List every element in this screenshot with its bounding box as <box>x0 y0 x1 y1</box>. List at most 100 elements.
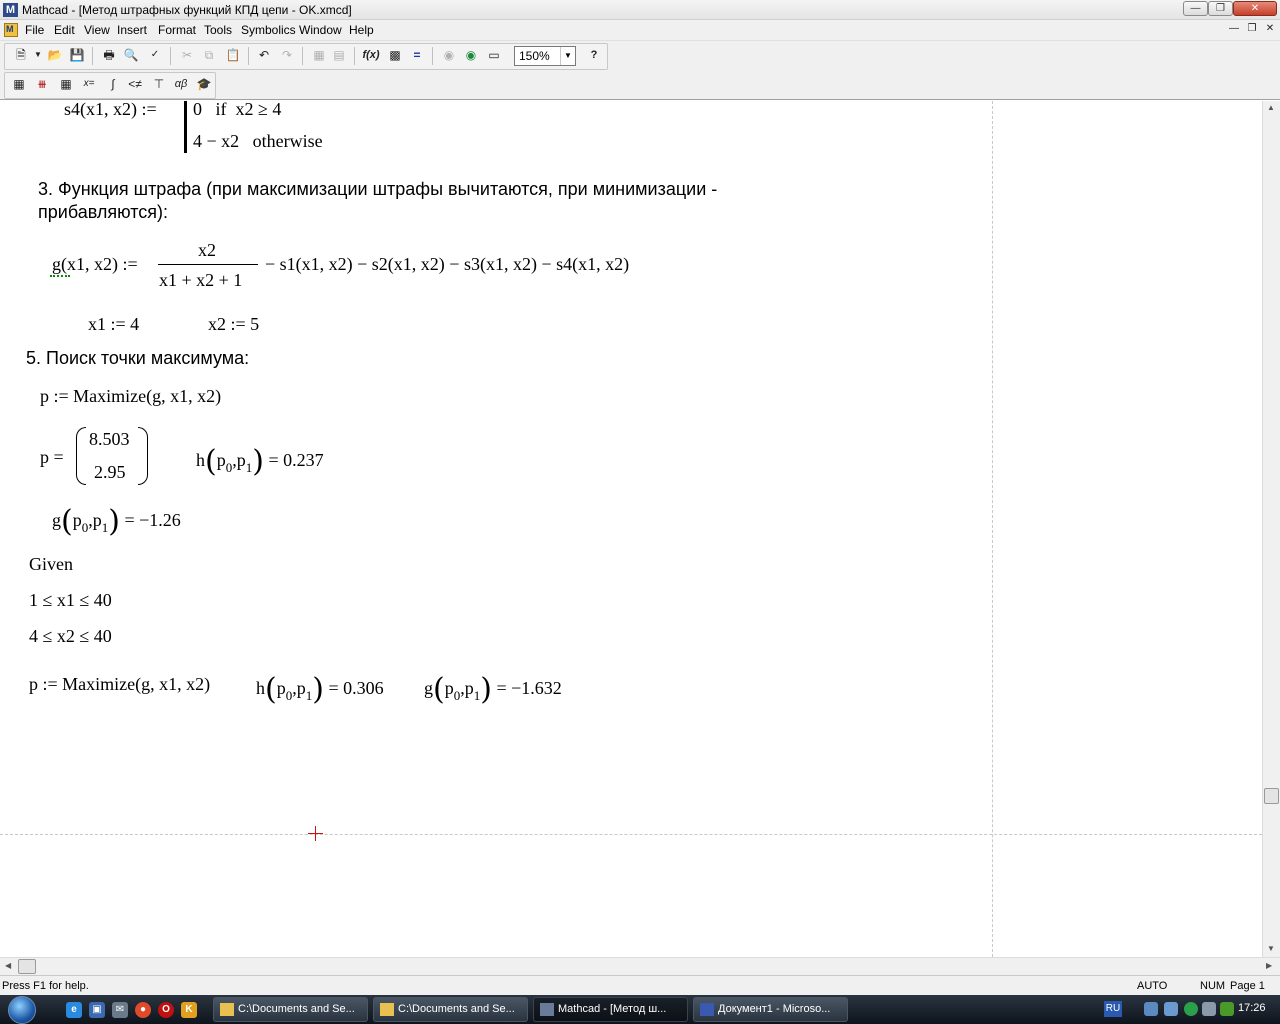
heading-3-line-2[interactable]: прибавляются): <box>38 202 168 223</box>
scroll-down-icon[interactable]: ▼ <box>1267 944 1275 953</box>
symbolic-toolbar-icon[interactable]: 🎓 <box>195 76 213 92</box>
evaluation-toolbar-icon[interactable]: x= <box>80 76 98 92</box>
redo-icon[interactable]: ↷ <box>278 47 296 63</box>
calculator-toolbar-icon[interactable]: ▦ <box>10 76 28 92</box>
zoom-select[interactable]: 150% ▼ <box>514 46 576 66</box>
greek-toolbar-icon[interactable]: αβ <box>172 76 190 92</box>
status-help-text: Press F1 for help. <box>2 980 89 992</box>
k-app-icon[interactable]: K <box>181 1002 197 1018</box>
g-penalty-terms[interactable]: − s1(x1, x2) − s2(x1, x2) − s3(x1, x2) −… <box>265 254 629 275</box>
menu-insert[interactable]: Insert <box>117 23 147 37</box>
opera-icon[interactable]: O <box>158 1002 174 1018</box>
doc-minimize-button[interactable]: — <box>1227 23 1241 36</box>
horizontal-scrollbar[interactable]: ◀ ▶ <box>0 957 1280 975</box>
p-result-label[interactable]: p = <box>40 447 64 468</box>
spell-check-icon[interactable]: ✓ <box>146 47 164 63</box>
network-icon[interactable] <box>1144 1002 1158 1016</box>
taskbar-button-explorer-1[interactable]: C:\Documents and Se... <box>213 997 368 1022</box>
doc-close-button[interactable]: ✕ <box>1263 23 1277 36</box>
given-keyword[interactable]: Given <box>29 554 73 575</box>
doc-restore-button[interactable]: ❐ <box>1245 23 1259 36</box>
programming-toolbar-icon[interactable]: ⊤ <box>150 76 168 92</box>
copy-icon[interactable]: ⧉ <box>200 47 218 63</box>
vertical-scrollbar[interactable]: ▲ ▼ <box>1262 101 1280 957</box>
chevron-down-icon[interactable]: ▼ <box>560 47 575 65</box>
x1-assignment[interactable]: x1 := 4 <box>88 314 139 335</box>
taskbar-button-mathcad[interactable]: Mathcad - [Метод ш... <box>533 997 688 1022</box>
align-down-icon[interactable]: ▤ <box>330 47 348 63</box>
minimize-button[interactable]: — <box>1183 1 1208 16</box>
scroll-right-icon[interactable]: ▶ <box>1266 961 1272 970</box>
s4-case-2[interactable]: 4 − x2 otherwise <box>193 131 323 152</box>
calculus-toolbar-icon[interactable]: ∫ <box>104 76 122 92</box>
h-result-1[interactable]: h(p0,p1) = 0.237 <box>196 444 324 479</box>
menu-tools[interactable]: Tools <box>204 23 232 37</box>
tray-app-icon[interactable] <box>1164 1002 1178 1016</box>
worksheet[interactable]: s4(x1, x2) := 0 if x2 ≥ 4 4 − x2 otherwi… <box>0 101 1262 957</box>
menu-view[interactable]: View <box>84 23 110 37</box>
ie-icon[interactable]: e <box>66 1002 82 1018</box>
volume-icon[interactable] <box>1202 1002 1216 1016</box>
paste-icon[interactable]: 📋 <box>224 47 242 63</box>
align-across-icon[interactable]: ▦ <box>310 47 328 63</box>
g-result-2[interactable]: g(p0,p1) = −1.632 <box>424 672 562 707</box>
messenger-icon[interactable] <box>1184 1002 1198 1016</box>
print-preview-icon[interactable]: 🔍 <box>122 47 140 63</box>
maximize-definition-2[interactable]: p := Maximize(g, x1, x2) <box>29 674 210 695</box>
taskbar-button-word[interactable]: Документ1 - Microso... <box>693 997 848 1022</box>
close-button[interactable]: ✕ <box>1233 1 1277 16</box>
matrix-toolbar-icon[interactable]: ▦ <box>57 76 75 92</box>
language-indicator[interactable]: RU <box>1104 1001 1122 1017</box>
start-button[interactable] <box>2 995 46 1024</box>
insert-unit-icon[interactable]: ▩ <box>386 47 404 63</box>
help-icon[interactable]: ? <box>585 47 603 63</box>
menu-format[interactable]: Format <box>158 23 196 37</box>
cut-icon[interactable]: ✂ <box>178 47 196 63</box>
menu-edit[interactable]: Edit <box>54 23 75 37</box>
clock[interactable]: 17:26 <box>1238 1002 1266 1014</box>
menu-file[interactable]: File <box>25 23 44 37</box>
result-value: = −1.26 <box>124 510 181 530</box>
menu-window[interactable]: Window <box>299 23 342 37</box>
restore-button[interactable]: ❐ <box>1208 1 1233 16</box>
scroll-left-icon[interactable]: ◀ <box>5 961 11 970</box>
chrome-icon[interactable]: ● <box>135 1002 151 1018</box>
vertical-scroll-thumb[interactable] <box>1264 788 1279 804</box>
fn-name: h <box>256 678 265 698</box>
constraint-x1[interactable]: 1 ≤ x1 ≤ 40 <box>29 590 112 611</box>
scroll-up-icon[interactable]: ▲ <box>1267 103 1275 112</box>
calculate-icon[interactable]: = <box>408 47 426 63</box>
save-icon[interactable]: 💾 <box>68 47 86 63</box>
g-denominator[interactable]: x1 + x2 + 1 <box>159 270 242 291</box>
show-desktop-icon[interactable]: ▣ <box>89 1002 105 1018</box>
heading-5[interactable]: 5. Поиск точки максимума: <box>26 348 249 369</box>
horizontal-scroll-thumb[interactable] <box>18 959 36 974</box>
g-definition-lhs[interactable]: g(x1, x2) := <box>52 254 138 275</box>
boolean-toolbar-icon[interactable]: <≠ <box>126 76 144 92</box>
menu-symbolics[interactable]: Symbolics <box>241 23 296 37</box>
s4-definition-lhs[interactable]: s4(x1, x2) := <box>64 101 157 120</box>
h-result-2[interactable]: h(p0,p1) = 0.306 <box>256 672 384 707</box>
nvidia-icon[interactable] <box>1220 1002 1234 1016</box>
graph-toolbar-icon[interactable]: ⧻ <box>33 76 51 92</box>
new-dropdown-icon[interactable]: ▼ <box>29 47 47 63</box>
insert-component-icon[interactable]: ▭ <box>485 47 503 63</box>
mail-icon[interactable]: ✉ <box>112 1002 128 1018</box>
insert-function-icon[interactable]: f(x) <box>362 47 380 63</box>
x2-assignment[interactable]: x2 := 5 <box>208 314 259 335</box>
heading-3-line-1[interactable]: 3. Функция штрафа (при максимизации штра… <box>38 179 717 200</box>
new-document-icon[interactable]: 🗎 <box>12 47 30 63</box>
document-icon[interactable] <box>4 23 18 37</box>
insert-hyperlink-icon[interactable]: ◉ <box>440 47 458 63</box>
component-wizard-icon[interactable]: ◉ <box>462 47 480 63</box>
s4-case-1[interactable]: 0 if x2 ≥ 4 <box>193 101 281 120</box>
constraint-x2[interactable]: 4 ≤ x2 ≤ 40 <box>29 626 112 647</box>
undo-icon[interactable]: ↶ <box>255 47 273 63</box>
open-folder-icon[interactable]: 📂 <box>46 47 64 63</box>
g-result-1[interactable]: g(p0,p1) = −1.26 <box>52 504 181 539</box>
print-icon[interactable]: 🖶 <box>100 47 118 63</box>
menu-help[interactable]: Help <box>349 23 374 37</box>
g-numerator[interactable]: x2 <box>198 240 216 261</box>
taskbar-button-explorer-2[interactable]: C:\Documents and Se... <box>373 997 528 1022</box>
maximize-definition-1[interactable]: p := Maximize(g, x1, x2) <box>40 386 221 407</box>
